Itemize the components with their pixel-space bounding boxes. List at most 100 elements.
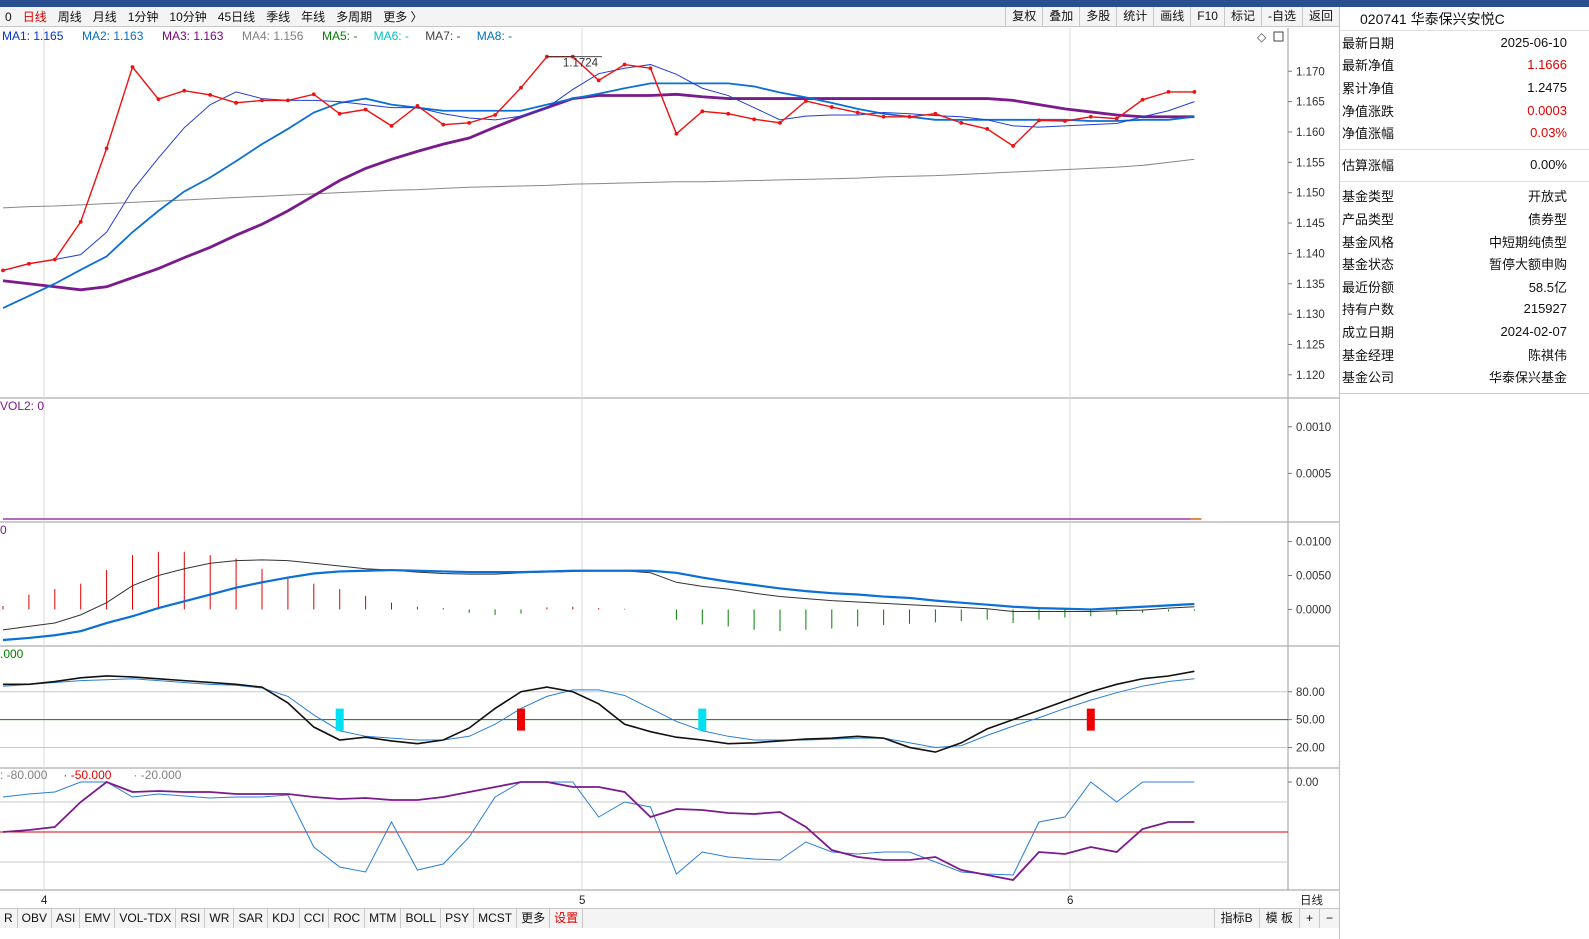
period-tab-5[interactable]: 10分钟 <box>164 7 212 27</box>
period-tab-7[interactable]: 季线 <box>261 7 296 27</box>
data-point <box>52 257 57 262</box>
chart-canvas[interactable]: 4 5 6 日线 1.170 1.165 1.160 1.155 1.150 1.145 1.140… <box>0 28 1339 908</box>
indicator-tab-4[interactable]: VOL-TDX <box>115 909 177 928</box>
indicator-tab-12[interactable]: BOLL <box>401 909 442 928</box>
indicator-tab-5[interactable]: RSI <box>176 909 206 928</box>
fund-profile-label: 最近份额 <box>1342 279 1395 295</box>
data-point <box>104 146 109 151</box>
fund-profile-value: 开放式 <box>1527 189 1567 205</box>
indicator-tab-6[interactable]: WR <box>205 909 235 928</box>
indicator-tabs: R OBV ASI EMV VOL-TDX RSI WR SAR KDJ CCI ROC MTM BOL… <box>0 909 584 928</box>
data-point <box>907 114 912 119</box>
fund-profile-row-2: 基金风格 中短期纯债型 <box>1340 230 1589 253</box>
period-tab-8[interactable]: 年线 <box>296 7 331 27</box>
fund-nav-row-2: 累计净值 1.2475 <box>1340 76 1589 99</box>
fund-profile-rows: 基金类型 开放式 产品类型 债券型 基金风格 中短期纯债型 基金状态 暂停大额申购 最近份额 58… <box>1340 185 1589 388</box>
indicator-tab-8[interactable]: KDJ <box>268 909 300 928</box>
data-point <box>234 100 239 105</box>
data-point <box>519 85 523 90</box>
fund-profile-row-5: 持有户数 215927 <box>1340 298 1589 321</box>
indicator-tab-3[interactable]: EMV <box>80 909 116 928</box>
y-tick-label: 1.130 <box>1296 309 1325 321</box>
toolbar-action-2[interactable]: 多股 <box>1079 7 1116 27</box>
data-point <box>1037 118 1041 123</box>
indicator-tab-2[interactable]: ASI <box>52 909 81 928</box>
indicator-tab-15[interactable]: 更多 <box>517 909 551 928</box>
kdj-cross-marker <box>335 708 344 731</box>
data-point <box>130 65 135 69</box>
fund-nav-rows: 最新日期 2025-06-10 最新净值 1.1666 累计净值 1.2475 净值涨跌 0.… <box>1340 31 1589 144</box>
fund-nav-value: 1.2475 <box>1527 79 1567 95</box>
y-tick-label: 1.125 <box>1296 339 1325 351</box>
toolbar-action-5[interactable]: F10 <box>1190 7 1224 27</box>
y-tick-label: 1.170 <box>1296 66 1325 78</box>
vol-legend: VOL2: 0 <box>0 399 44 413</box>
chart-background <box>0 28 1339 908</box>
toolbar-action-0[interactable]: 复权 <box>1005 7 1042 27</box>
indicator-tab-14[interactable]: MCST <box>474 909 518 928</box>
y-tick-label: 0.0100 <box>1296 537 1331 549</box>
data-point <box>596 78 601 83</box>
x-tick-label: 4 <box>41 895 48 907</box>
indicator-tab-16[interactable]: 设置 <box>550 909 584 928</box>
indicator-tab-9[interactable]: CCI <box>300 909 330 928</box>
data-point <box>752 117 756 122</box>
fund-profile-row-3: 基金状态 暂停大额申购 <box>1340 252 1589 275</box>
window-top-strip <box>0 0 1589 7</box>
data-point <box>389 123 394 128</box>
y-tick-label: 1.155 <box>1296 157 1325 169</box>
period-tab-3[interactable]: 月线 <box>88 7 123 27</box>
fund-nav-row-4: 净值涨幅 0.03% <box>1340 121 1589 144</box>
indicator-right-3[interactable]: − <box>1318 909 1339 928</box>
fund-profile-label: 持有户数 <box>1342 302 1395 318</box>
indicator-tab-1[interactable]: OBV <box>18 909 53 928</box>
kdj-cross-marker <box>698 708 707 731</box>
period-tab-10[interactable]: 更多 〉 <box>378 7 428 27</box>
fund-info-panel: 020741 华泰保兴安悦C 最新日期 2025-06-10 最新净值 1.1666 累… <box>1339 7 1589 939</box>
kdj-cross-marker <box>1086 708 1095 731</box>
wr-legend-0: : -80.000 <box>0 768 48 782</box>
kdj-legend: .000 <box>0 647 24 661</box>
y-tick-label: 1.160 <box>1296 127 1325 139</box>
indicator-tab-0[interactable]: R <box>0 909 18 928</box>
period-tab-6[interactable]: 45日线 <box>213 7 261 27</box>
data-point <box>804 99 808 103</box>
data-point <box>493 113 497 117</box>
wr-legend-2: · -20.000 <box>133 768 181 782</box>
data-point <box>78 219 83 224</box>
toolbar-action-8[interactable]: 返回 <box>1301 7 1339 27</box>
data-point <box>700 109 705 114</box>
divider <box>1340 144 1589 150</box>
indicator-right-1[interactable]: 模 板 <box>1258 909 1299 928</box>
indicator-tab-13[interactable]: PSY <box>441 909 475 928</box>
kdj-cross-marker <box>517 708 525 731</box>
fund-nav-label: 最新日期 <box>1342 35 1395 51</box>
data-point <box>260 98 264 103</box>
period-tab-4[interactable]: 1分钟 <box>123 7 165 27</box>
period-tab-1[interactable]: 日线 <box>18 7 53 27</box>
fund-profile-row-4: 最近份额 58.5亿 <box>1340 275 1589 298</box>
toolbar-action-7[interactable]: -自选 <box>1260 7 1302 27</box>
y-tick-label: 1.150 <box>1296 188 1325 200</box>
toolbar-action-1[interactable]: 叠加 <box>1042 7 1079 27</box>
period-tab-2[interactable]: 周线 <box>53 7 88 27</box>
indicator-tab-10[interactable]: ROC <box>329 909 366 928</box>
data-point <box>441 122 446 127</box>
chart-area[interactable]: 4 5 6 日线 1.170 1.165 1.160 1.155 1.150 1.145 1.140… <box>0 28 1339 908</box>
period-tab-9[interactable]: 多周期 <box>331 7 378 27</box>
toolbar-action-6[interactable]: 标记 <box>1223 7 1261 27</box>
fund-nav-value: 2025-06-10 <box>1500 34 1568 50</box>
period-tab-0[interactable]: 0 <box>0 7 18 27</box>
indicator-right-0[interactable]: 指标B <box>1213 909 1259 928</box>
toolbar-action-4[interactable]: 画线 <box>1153 7 1190 27</box>
toolbar-action-3[interactable]: 统计 <box>1116 7 1153 27</box>
macd-legend: 0 <box>0 523 7 537</box>
indicator-right-2[interactable]: + <box>1298 909 1319 928</box>
fund-profile-row-6: 成立日期 2024-02-07 <box>1340 320 1589 343</box>
indicator-tab-7[interactable]: SAR <box>234 909 269 928</box>
indicator-tab-11[interactable]: MTM <box>365 909 402 928</box>
data-point <box>286 98 290 103</box>
ma-legend-4: MA4: 1.156 <box>242 29 304 43</box>
ma-legend-5: MA5: - <box>322 29 357 43</box>
data-point <box>726 111 731 116</box>
